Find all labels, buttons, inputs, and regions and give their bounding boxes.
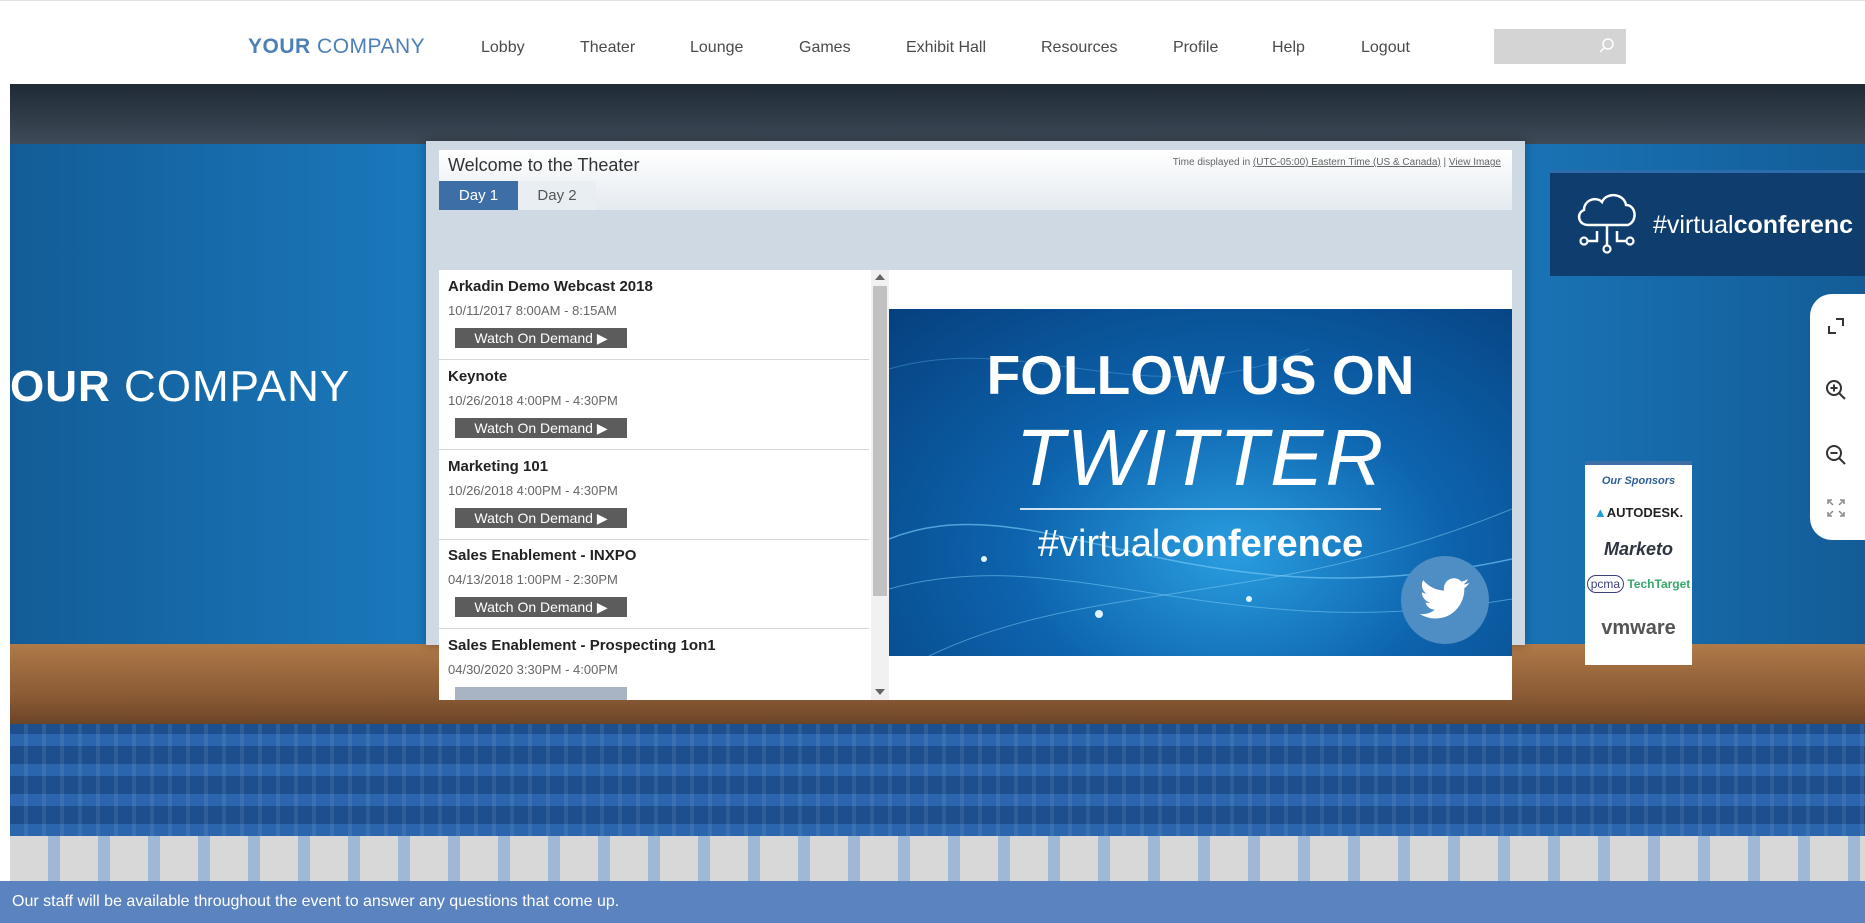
logo-bold-text: YOUR [248,35,311,58]
timezone-note: Time displayed in (UTC-05:00) Eastern Ti… [1173,157,1501,168]
company-logo[interactable]: YOUR COMPANY [248,35,425,59]
tab-day-1[interactable]: Day 1 [439,181,518,210]
session-item: Marketing 101 10/26/2018 4:00PM - 4:30PM… [439,450,869,540]
watch-on-demand-button[interactable]: Watch On Demand ▶ [455,328,627,348]
session-time: 04/30/2020 3:30PM - 4:00PM [448,662,618,677]
sponsor-vmware[interactable]: vmware [1585,617,1692,640]
view-controls [1810,294,1865,540]
sponsor-techtarget[interactable]: TechTarget [1627,577,1690,591]
sponsor-autodesk[interactable]: ▲AUTODESK. [1585,505,1692,520]
session-action-button[interactable] [455,687,627,700]
session-item: Sales Enablement - INXPO 04/13/2018 1:00… [439,539,869,629]
session-time: 04/13/2018 1:00PM - 2:30PM [448,572,618,587]
session-item: Keynote 10/26/2018 4:00PM - 4:30PM Watch… [439,360,869,450]
session-list: Arkadin Demo Webcast 2018 10/11/2017 8:0… [439,270,889,700]
nav-theater[interactable]: Theater [580,39,635,57]
info-bar: Our staff will be available throughout t… [0,881,1865,923]
zoom-out-icon[interactable] [1822,441,1850,469]
session-time: 10/26/2018 4:00PM - 4:30PM [448,483,618,498]
nav-games[interactable]: Games [799,39,851,57]
sponsor-autodesk-label: AUTODESK. [1606,505,1684,520]
sponsor-pcma[interactable]: pcma [1586,575,1625,593]
theater-panel: Welcome to the Theater Time displayed in… [426,141,1525,700]
zoom-in-icon[interactable] [1822,376,1850,404]
session-list-scrollbar[interactable] [871,270,889,700]
banner-hashtag: #virtualconferenc [1653,211,1853,240]
theater-ceiling [10,84,1865,144]
nav-logout[interactable]: Logout [1361,39,1410,57]
video-player[interactable]: FOLLOW US ON TWITTER #virtualconference [889,270,1512,700]
promo-hashtag-bold: conference [1160,523,1364,565]
session-time: 10/11/2017 8:00AM - 8:15AM [448,303,617,318]
view-image-link[interactable]: View Image [1449,157,1501,168]
twitter-icon [1419,578,1470,619]
promo-hashtag-light: #virtual [1037,523,1161,565]
search-icon[interactable] [1598,37,1616,55]
theater-title: Welcome to the Theater [448,155,640,175]
scroll-down-arrow-icon[interactable] [875,689,885,695]
hashtag-banner: #virtualconferenc [1550,170,1865,276]
logo-light-text: COMPANY [310,35,426,58]
wall-company-logo: OUR COMPANY [10,362,350,412]
watch-on-demand-button[interactable]: Watch On Demand ▶ [455,508,627,528]
scroll-up-arrow-icon[interactable] [875,274,885,280]
nav-exhibit-hall[interactable]: Exhibit Hall [906,39,986,57]
sponsor-pair: pcma TechTarget [1585,575,1692,593]
session-title[interactable]: Sales Enablement - INXPO [448,547,636,564]
theater-panel-header: Welcome to the Theater Time displayed in… [439,150,1512,210]
timezone-prefix: Time displayed in [1172,157,1253,168]
scrollbar-thumb[interactable] [873,286,887,596]
timezone-separator: | [1440,157,1449,168]
session-item: Sales Enablement - Prospecting 1on1 04/3… [439,629,869,700]
session-title[interactable]: Marketing 101 [448,458,548,475]
session-title[interactable]: Arkadin Demo Webcast 2018 [448,278,653,295]
nav-help[interactable]: Help [1272,39,1305,57]
promo-divider [1020,508,1381,510]
tab-day-2[interactable]: Day 2 [518,181,596,210]
session-time: 10/26/2018 4:00PM - 4:30PM [448,393,618,408]
banner-hashtag-light: #virtual [1653,211,1734,239]
session-title[interactable]: Sales Enablement - Prospecting 1on1 [448,637,716,654]
theater-scene: OUR COMPANY Welcome to the Theater Time … [10,84,1865,881]
top-navigation-bar: YOUR COMPANY Lobby Theater Lounge Games … [0,0,1865,85]
sponsor-title: Our Sponsors [1601,475,1676,487]
watch-on-demand-button[interactable]: Watch On Demand ▶ [455,597,627,617]
cloud-network-icon [1577,194,1636,254]
twitter-promo-slide: FOLLOW US ON TWITTER #virtualconference [889,309,1512,656]
sponsor-board: Our Sponsors ▲AUTODESK. Marketo pcma Tec… [1585,461,1692,665]
sponsor-marketo[interactable]: Marketo [1585,539,1692,560]
session-title[interactable]: Keynote [448,368,507,385]
fullscreen-icon[interactable] [1822,312,1850,340]
wall-logo-bold-text: OUR [10,362,111,411]
promo-hashtag: #virtualconference [889,523,1512,566]
fit-screen-icon[interactable] [1822,494,1850,522]
twitter-badge [1401,556,1489,644]
info-message: Our staff will be available throughout t… [12,893,620,910]
session-item: Arkadin Demo Webcast 2018 10/11/2017 8:0… [439,270,869,360]
front-row-seats [10,836,1865,881]
wall-logo-light-text: COMPANY [110,362,351,411]
banner-hashtag-bold: conferenc [1733,211,1854,239]
promo-twitter-word: TWITTER [1015,413,1386,502]
search-box [1494,29,1626,64]
watch-on-demand-button[interactable]: Watch On Demand ▶ [455,418,627,438]
timezone-link[interactable]: (UTC-05:00) Eastern Time (US & Canada) [1253,157,1441,168]
nav-profile[interactable]: Profile [1173,39,1218,57]
promo-headline: FOLLOW US ON [986,344,1415,406]
nav-lobby[interactable]: Lobby [481,39,525,57]
nav-lounge[interactable]: Lounge [690,39,743,57]
search-input[interactable] [1500,36,1594,58]
nav-resources[interactable]: Resources [1041,39,1117,57]
